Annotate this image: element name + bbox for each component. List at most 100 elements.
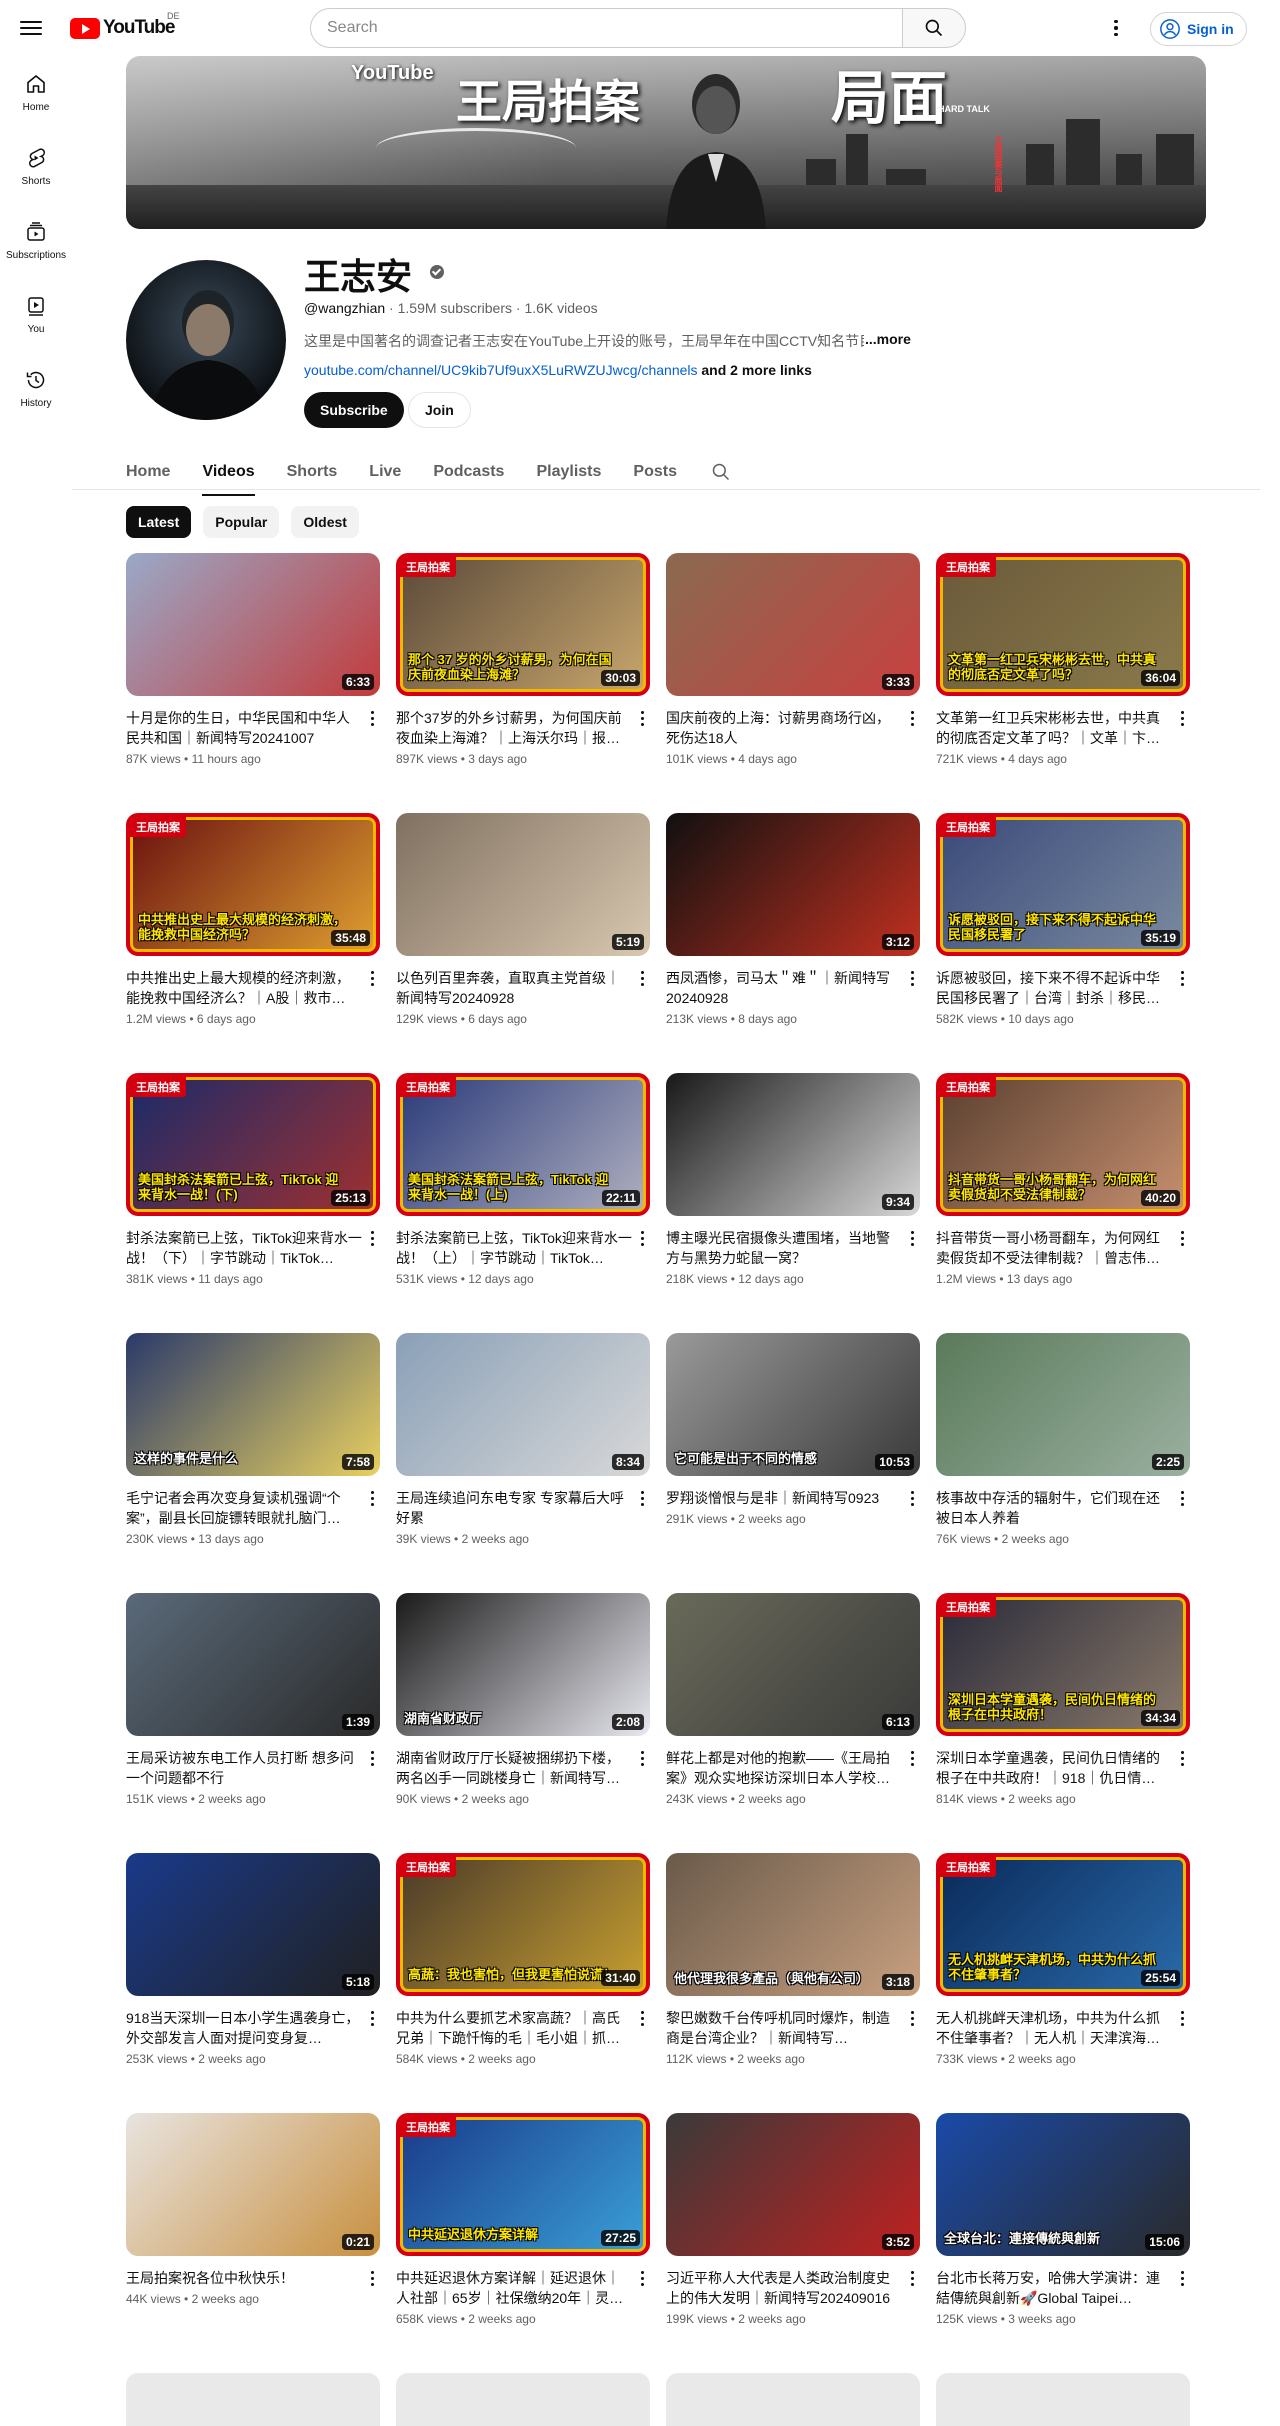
video-menu-icon[interactable] — [364, 2006, 380, 2030]
video-card[interactable]: 0:21 王局拍案祝各位中秋快乐！ 44K views • 2 weeks ago — [126, 2113, 380, 2373]
video-menu-icon[interactable] — [904, 1486, 920, 1510]
guide-item-home[interactable]: Home — [4, 56, 68, 130]
video-card[interactable]: 王局拍案 美国封杀法案箭已上弦，TikTok 迎来背水一战！(上) 22:11 封杀法… — [396, 1073, 650, 1333]
video-card[interactable]: 王局拍案 美国封杀法案箭已上弦，TikTok 迎来背水一战！(下) 25:13 封杀法… — [126, 1073, 380, 1333]
video-thumbnail[interactable]: 它可能是出于不同的情感 10:53 — [666, 1333, 920, 1476]
video-card[interactable]: 他代理我很多產品（與他有公司） 3:18 黎巴嫩数千台传呼机同时爆炸，制造商是台湾企… — [666, 1853, 920, 2113]
video-thumbnail[interactable]: 8:34 — [396, 1333, 650, 1476]
video-card[interactable]: 8:34 王局连续追问东电专家 专家幕后大呼好累 39K views • 2 wee… — [396, 1333, 650, 1593]
video-thumbnail[interactable]: 全球台北：連接傳統與創新 15:06 — [936, 2113, 1190, 2256]
video-menu-icon[interactable] — [1174, 1486, 1190, 1510]
video-card[interactable]: 王局拍案 中共延迟退休方案详解 27:25 中共延迟退休方案详解｜延迟退休｜人社部｜6… — [396, 2113, 650, 2373]
video-card[interactable]: 它可能是出于不同的情感 10:53 罗翔谈憎恨与是非｜新闻特写0923 291K vi… — [666, 1333, 920, 1593]
video-thumbnail[interactable]: 王局拍案 美国封杀法案箭已上弦，TikTok 迎来背水一战！(下) 25:13 — [126, 1073, 380, 1216]
video-thumbnail[interactable]: 3:52 — [666, 2113, 920, 2256]
video-title[interactable]: 以色列百里奔袭，直取真主党首级｜新闻特写20240928 — [396, 968, 632, 1008]
channel-description[interactable]: 这里是中国著名的调查记者王志安在YouTube上开设的账号，王局早年在中国CCT… — [304, 331, 864, 351]
video-menu-icon[interactable] — [904, 2006, 920, 2030]
guide-item-subscriptions[interactable]: Subscriptions — [4, 204, 68, 278]
video-thumbnail[interactable]: 湖南省财政厅 2:08 — [396, 1593, 650, 1736]
video-thumbnail[interactable]: 3:33 — [666, 553, 920, 696]
video-card[interactable]: 9:34 博主曝光民宿摄像头遭围堵，当地警方与黑势力蛇鼠一窝？ 218K views… — [666, 1073, 920, 1333]
video-title[interactable]: 罗翔谈憎恨与是非｜新闻特写0923 — [666, 1488, 902, 1508]
video-thumbnail[interactable]: 王局拍案 中共推出史上最大规模的经济刺激，能挽救中国经济吗？ 35:48 — [126, 813, 380, 956]
video-menu-icon[interactable] — [364, 1226, 380, 1250]
menu-icon[interactable] — [20, 17, 42, 37]
video-title[interactable]: 台北市长蒋万安，哈佛大学演讲：連結傳統與創新🚀Global Taipei… — [936, 2268, 1172, 2308]
video-thumbnail[interactable]: 0:21 — [126, 2113, 380, 2256]
video-menu-icon[interactable] — [364, 1486, 380, 1510]
video-menu-icon[interactable] — [904, 2266, 920, 2290]
video-title[interactable]: 鲜花上都是对他的抱歉——《王局拍案》观众实地探访深圳日本人学校… — [666, 1748, 902, 1788]
video-title[interactable]: 文革第一红卫兵宋彬彬去世，中共真的彻底否定文革了吗？｜文革｜卞… — [936, 708, 1172, 748]
video-title[interactable]: 中共延迟退休方案详解｜延迟退休｜人社部｜65岁｜社保缴纳20年｜灵… — [396, 2268, 632, 2308]
video-thumbnail[interactable]: 王局拍案 中共延迟退休方案详解 27:25 — [396, 2113, 650, 2256]
video-title[interactable]: 毛宁记者会再次变身复读机强调“个案”，副县长回旋镖转眼就扎脑门… — [126, 1488, 362, 1528]
video-menu-icon[interactable] — [634, 1226, 650, 1250]
video-thumbnail[interactable]: 这样的事件是什么 7:58 — [126, 1333, 380, 1476]
video-title[interactable]: 诉愿被驳回，接下来不得不起诉中华民国移民署了｜台湾｜封杀｜移民… — [936, 968, 1172, 1008]
video-card[interactable]: 1:39 王局采访被东电工作人员打断 想多问一个问题都不行 151K views •… — [126, 1593, 380, 1853]
video-menu-icon[interactable] — [1174, 1226, 1190, 1250]
video-card[interactable]: 湖南省财政厅 2:08 湖南省财政厅厅长疑被捆绑扔下楼，两名凶手一同跳楼身亡｜新闻特… — [396, 1593, 650, 1853]
video-title[interactable]: 918当天深圳一日本小学生遇袭身亡，外交部发言人面对提问变身复… — [126, 2008, 362, 2048]
video-card[interactable]: 王局拍案 高蔬：我也害怕，但我更害怕说谎！ 31:40 中共为什么要抓艺术家高蔬？｜高… — [396, 1853, 650, 2113]
video-menu-icon[interactable] — [1174, 706, 1190, 730]
video-title[interactable]: 无人机挑衅天津机场，中共为什么抓不住肇事者？｜无人机｜天津滨海… — [936, 2008, 1172, 2048]
video-card[interactable]: 3:52 习近平称人大代表是人类政治制度史上的伟大发明｜新闻特写202409016… — [666, 2113, 920, 2373]
video-menu-icon[interactable] — [1174, 2266, 1190, 2290]
video-title[interactable]: 深圳日本学童遇袭，民间仇日情绪的根子在中共政府！｜918｜仇日情… — [936, 1748, 1172, 1788]
video-thumbnail[interactable]: 王局拍案 深圳日本学童遇袭，民间仇日情绪的根子在中共政府！ 34:34 — [936, 1593, 1190, 1736]
search-input[interactable] — [310, 8, 902, 48]
channel-avatar[interactable] — [126, 260, 286, 420]
video-thumbnail[interactable]: 9:34 — [666, 1073, 920, 1216]
video-card[interactable]: 5:19 以色列百里奔袭，直取真主党首级｜新闻特写20240928 129K vie… — [396, 813, 650, 1073]
video-menu-icon[interactable] — [634, 2006, 650, 2030]
video-menu-icon[interactable] — [634, 2266, 650, 2290]
video-thumbnail[interactable]: 王局拍案 诉愿被驳回，接下来不得不起诉中华民国移民署了 35:19 — [936, 813, 1190, 956]
channel-link[interactable]: youtube.com/channel/UC9kib7Uf9uxX5LuRWZU… — [304, 362, 698, 378]
video-menu-icon[interactable] — [634, 1746, 650, 1770]
video-title[interactable]: 王局拍案祝各位中秋快乐！ — [126, 2268, 362, 2288]
guide-item-history[interactable]: History — [4, 352, 68, 426]
video-title[interactable]: 王局连续追问东电专家 专家幕后大呼好累 — [396, 1488, 632, 1528]
video-menu-icon[interactable] — [1174, 966, 1190, 990]
video-title[interactable]: 十月是你的生日，中华民国和中华人民共和国｜新闻特写20241007 — [126, 708, 362, 748]
video-thumbnail[interactable]: 5:18 — [126, 1853, 380, 1996]
video-menu-icon[interactable] — [904, 966, 920, 990]
video-title[interactable]: 国庆前夜的上海：讨薪男商场行凶，死伤达18人 — [666, 708, 902, 748]
video-card[interactable]: 王局拍案 诉愿被驳回，接下来不得不起诉中华民国移民署了 35:19 诉愿被驳回，接下来… — [936, 813, 1190, 1073]
video-thumbnail[interactable]: 王局拍案 无人机挑衅天津机场，中共为什么抓不住肇事者？ 25:54 — [936, 1853, 1190, 1996]
join-button[interactable]: Join — [408, 392, 471, 428]
video-menu-icon[interactable] — [1174, 2006, 1190, 2030]
video-thumbnail[interactable]: 1:39 — [126, 1593, 380, 1736]
video-thumbnail[interactable]: 王局拍案 高蔬：我也害怕，但我更害怕说谎！ 31:40 — [396, 1853, 650, 1996]
chip-latest[interactable]: Latest — [126, 506, 192, 538]
video-thumbnail[interactable]: 6:13 — [666, 1593, 920, 1736]
video-card[interactable]: 这样的事件是什么 7:58 毛宁记者会再次变身复读机强调“个案”，副县长回旋镖转眼就… — [126, 1333, 380, 1593]
video-menu-icon[interactable] — [904, 706, 920, 730]
search-button[interactable] — [902, 8, 966, 48]
video-card[interactable]: 王局拍案 那个 37 岁的外乡讨薪男，为何在国庆前夜血染上海滩？ 30:03 那个37… — [396, 553, 650, 813]
youtube-logo[interactable]: YouTube DE — [70, 11, 180, 39]
video-card[interactable]: 6:13 鲜花上都是对他的抱歉——《王局拍案》观众实地探访深圳日本人学校… 243K… — [666, 1593, 920, 1853]
video-menu-icon[interactable] — [364, 1746, 380, 1770]
video-menu-icon[interactable] — [634, 706, 650, 730]
video-card[interactable]: 王局拍案 无人机挑衅天津机场，中共为什么抓不住肇事者？ 25:54 无人机挑衅天津机场… — [936, 1853, 1190, 2113]
video-title[interactable]: 王局采访被东电工作人员打断 想多问一个问题都不行 — [126, 1748, 362, 1788]
settings-more-icon[interactable] — [1106, 16, 1126, 40]
video-menu-icon[interactable] — [634, 1486, 650, 1510]
description-more-button[interactable]: ...more — [865, 331, 911, 347]
video-title[interactable]: 黎巴嫩数千台传呼机同时爆炸，制造商是台湾企业？｜新闻特写… — [666, 2008, 902, 2048]
video-thumbnail[interactable]: 王局拍案 抖音带货一哥小杨哥翻车，为何网红卖假货却不受法律制裁？ 40:20 — [936, 1073, 1190, 1216]
video-thumbnail[interactable]: 他代理我很多產品（與他有公司） 3:18 — [666, 1853, 920, 1996]
video-title[interactable]: 中共为什么要抓艺术家高蔬？｜高氏兄弟｜下跪忏悔的毛｜毛小姐｜抓… — [396, 2008, 632, 2048]
video-title[interactable]: 习近平称人大代表是人类政治制度史上的伟大发明｜新闻特写202409016 — [666, 2268, 902, 2308]
video-thumbnail[interactable]: 3:12 — [666, 813, 920, 956]
more-links-button[interactable]: and 2 more links — [701, 362, 811, 378]
video-title[interactable]: 中共推出史上最大规模的经济刺激，能挽救中国经济么？｜A股｜救市… — [126, 968, 362, 1008]
guide-item-you[interactable]: You — [4, 278, 68, 352]
video-card[interactable]: 王局拍案 中共推出史上最大规模的经济刺激，能挽救中国经济吗？ 35:48 中共推出史上… — [126, 813, 380, 1073]
chip-oldest[interactable]: Oldest — [291, 506, 359, 538]
channel-search-button[interactable] — [711, 462, 731, 482]
